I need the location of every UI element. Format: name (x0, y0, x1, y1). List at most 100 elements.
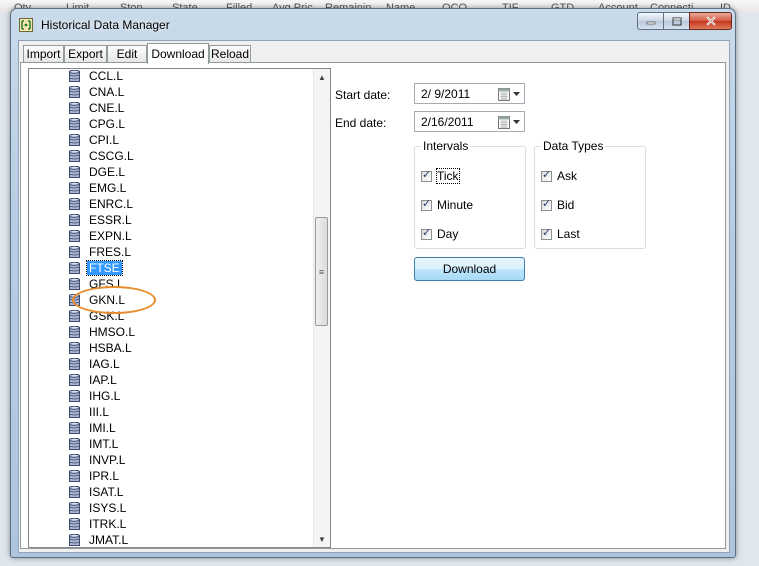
last-checkbox[interactable]: Last (541, 226, 580, 241)
calendar-icon (498, 115, 510, 129)
database-icon (69, 149, 80, 162)
close-icon (705, 16, 716, 26)
tree-item[interactable]: CNE.L (69, 100, 126, 116)
scroll-down-button[interactable]: ▼ (314, 531, 330, 547)
database-icon (69, 421, 80, 434)
database-icon (69, 69, 80, 82)
calendar-icon (498, 87, 510, 101)
minute-label: Minute (437, 198, 474, 212)
tree-item[interactable]: III.L (69, 404, 111, 420)
end-date-label: End date: (335, 116, 387, 130)
tree-vertical-scrollbar[interactable]: ▲ ≡ ▼ (313, 69, 330, 547)
tree-item[interactable]: ITRK.L (69, 516, 128, 532)
tree-item[interactable]: DGE.L (69, 164, 127, 180)
tree-item[interactable]: IAP.L (69, 372, 119, 388)
tree-item[interactable]: IHG.L (69, 388, 122, 404)
end-date-dropdown[interactable] (498, 115, 520, 129)
tree-item[interactable]: FRES.L (69, 244, 133, 260)
start-date-dropdown[interactable] (498, 87, 520, 101)
tick-checkbox[interactable]: Tick (421, 168, 460, 184)
tree-item[interactable]: CPG.L (69, 116, 127, 132)
tree-item-label: FRES.L (89, 245, 132, 259)
database-icon (69, 357, 80, 370)
tree-item[interactable]: CCL.L (69, 69, 125, 84)
day-label: Day (437, 227, 459, 241)
symbol-tree[interactable]: CCL.L CNA.L CNE.L CPG.L CPI.L CSCG.L DGE.L EMG.… (28, 68, 331, 548)
tree-item-label: GKN.L (89, 293, 126, 307)
tree-item-label: GSK.L (89, 309, 125, 323)
database-icon (69, 181, 80, 194)
client-area: Import Export Edit Download Reload CCL.L… (18, 40, 730, 553)
chevron-down-icon (513, 92, 520, 96)
database-icon (69, 325, 80, 338)
tree-item-label: IMT.L (89, 437, 119, 451)
day-checkbox[interactable]: Day (421, 226, 459, 241)
database-icon (69, 437, 80, 450)
tree-item[interactable]: HMSO.L (69, 324, 137, 340)
scroll-up-button[interactable]: ▲ (314, 69, 330, 85)
arrow-up-icon: ▲ (318, 72, 326, 82)
tree-item[interactable]: HSBA.L (69, 340, 134, 356)
checkbox-box[interactable] (541, 168, 552, 182)
tree-item[interactable]: IMT.L (69, 436, 120, 452)
tree-item[interactable]: ENRC.L (69, 196, 135, 212)
tree-item[interactable]: ISAT.L (69, 484, 125, 500)
tree-item[interactable]: CPI.L (69, 132, 121, 148)
tree-item[interactable]: GFS.L (69, 276, 126, 292)
tab-export[interactable]: Export (64, 45, 107, 63)
tab-reload[interactable]: Reload (209, 45, 251, 63)
tree-item[interactable]: EXPN.L (69, 228, 134, 244)
window-title: Historical Data Manager (41, 18, 170, 32)
start-date-value: 2/ 9/2011 (421, 87, 471, 101)
tab-import[interactable]: Import (23, 45, 64, 63)
tree-item-label: ISAT.L (89, 485, 124, 499)
database-icon (69, 293, 80, 306)
database-icon (69, 373, 80, 386)
tree-item[interactable]: IPR.L (69, 468, 121, 484)
tree-item-label: HSBA.L (89, 341, 132, 355)
tab-download[interactable]: Download (147, 43, 209, 64)
tree-item[interactable]: IAG.L (69, 356, 122, 372)
download-tab-panel: CCL.L CNA.L CNE.L CPG.L CPI.L CSCG.L DGE.L EMG.… (20, 62, 726, 549)
maximize-button[interactable] (663, 12, 690, 30)
database-icon (69, 485, 80, 498)
minimize-button[interactable] (637, 12, 664, 30)
checkbox-box[interactable] (541, 197, 552, 211)
checkbox-box[interactable] (421, 226, 432, 240)
ask-checkbox[interactable]: Ask (541, 168, 577, 183)
tree-item[interactable]: CSCG.L (69, 148, 136, 164)
tree-item[interactable]: INVP.L (69, 452, 127, 468)
tree-item-label: FTSE (86, 260, 123, 276)
tree-item[interactable]: ESSR.L (69, 212, 134, 228)
end-date-picker[interactable]: 2/16/2011 (414, 111, 525, 132)
bid-checkbox[interactable]: Bid (541, 197, 574, 212)
tree-item-label: EXPN.L (89, 229, 132, 243)
tree-item[interactable]: EMG.L (69, 180, 128, 196)
tree-item-label: IPR.L (89, 469, 120, 483)
title-bar[interactable]: Historical Data Manager (11, 9, 735, 39)
tree-item[interactable]: GKN.L (69, 292, 127, 308)
tree-item[interactable]: CNA.L (69, 84, 126, 100)
tree-item-label: III.L (89, 405, 110, 419)
tree-item[interactable]: JMAT.L (69, 532, 130, 547)
checkbox-box[interactable] (421, 168, 432, 182)
tree-item-label: DGE.L (89, 165, 126, 179)
tab-edit[interactable]: Edit (107, 45, 147, 63)
close-button[interactable] (689, 12, 732, 30)
database-icon (69, 277, 80, 290)
tree-item[interactable]: GSK.L (69, 308, 126, 324)
minute-checkbox[interactable]: Minute (421, 197, 474, 212)
database-icon (69, 133, 80, 146)
checkbox-box[interactable] (421, 197, 432, 211)
checkbox-box[interactable] (541, 226, 552, 240)
tree-item-label: JMAT.L (89, 533, 129, 547)
start-date-picker[interactable]: 2/ 9/2011 (414, 83, 525, 104)
tree-item[interactable]: IMI.L (69, 420, 118, 436)
tree-item-label: HMSO.L (89, 325, 136, 339)
download-button[interactable]: Download (414, 257, 525, 281)
tree-item-label: CCL.L (89, 69, 124, 83)
tree-item[interactable]: FTSE (69, 260, 123, 276)
start-date-label: Start date: (335, 88, 391, 102)
scroll-thumb[interactable]: ≡ (315, 217, 328, 326)
tree-item[interactable]: ISYS.L (69, 500, 128, 516)
